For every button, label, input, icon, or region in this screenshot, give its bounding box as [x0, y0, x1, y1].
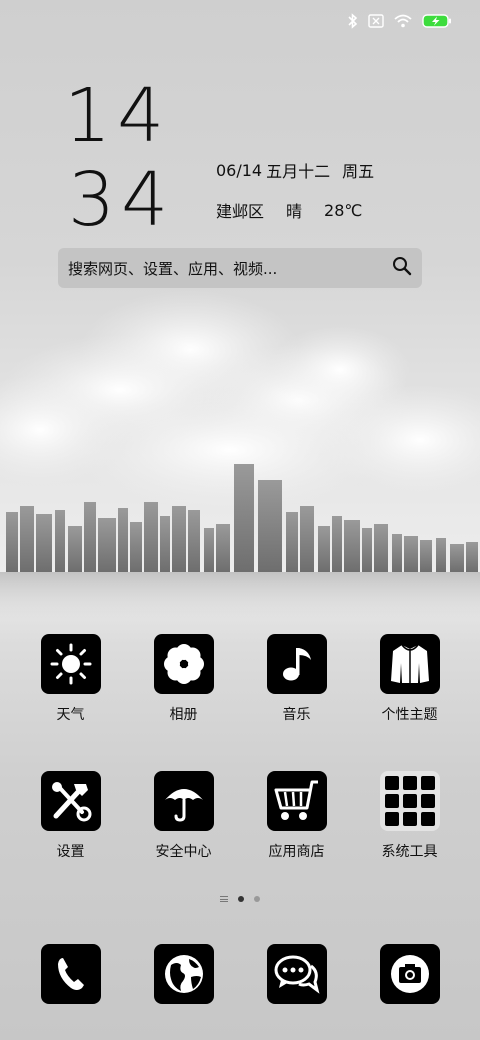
bluetooth-icon	[348, 13, 358, 29]
sun-icon	[40, 634, 101, 694]
folder-mini-app	[420, 812, 435, 826]
page-dot[interactable]	[254, 896, 260, 902]
dock-camera[interactable]	[353, 944, 466, 1004]
dock-browser[interactable]	[127, 944, 240, 1004]
clock-hours: 14	[64, 73, 171, 159]
battery-charging-icon	[422, 14, 452, 28]
weather-text: 晴	[286, 202, 303, 221]
wallpaper-cityscape	[0, 290, 480, 620]
folder-mini-app	[420, 794, 435, 808]
date-weather-info[interactable]: 06/14 五月十二 周五 建邺区 晴 28℃	[216, 150, 374, 230]
globe-icon	[153, 944, 214, 1004]
app-music[interactable]: 音乐	[240, 634, 353, 724]
folder-mini-app	[420, 776, 435, 790]
clock-minutes: 34	[68, 157, 175, 243]
no-sim-icon	[368, 14, 384, 28]
folder-mini-app	[384, 776, 399, 790]
phone-icon	[40, 944, 101, 1004]
app-themes[interactable]: 个性主题	[353, 634, 466, 724]
search-placeholder: 搜索网页、设置、应用、视频...	[68, 259, 278, 278]
page-menu-icon[interactable]	[220, 896, 228, 902]
jacket-icon	[379, 634, 440, 694]
app-label: 音乐	[282, 707, 311, 723]
app-store[interactable]: 应用商店	[240, 771, 353, 861]
status-bar	[348, 10, 452, 32]
folder-mini-app	[402, 794, 417, 808]
app-label: 个性主题	[381, 707, 438, 723]
dock-messages[interactable]	[240, 944, 353, 1004]
messages-icon	[266, 944, 327, 1004]
camera-icon	[379, 944, 440, 1004]
shopping-cart-icon	[266, 771, 327, 831]
app-weather[interactable]: 天气	[14, 634, 127, 724]
date-text: 06/14	[216, 160, 263, 180]
umbrella-icon	[153, 771, 214, 831]
page-dot-active[interactable]	[238, 896, 244, 902]
lunar-date-text: 五月十二	[266, 162, 331, 181]
app-label: 应用商店	[268, 844, 325, 860]
clock-widget[interactable]: 14 34	[64, 74, 194, 242]
app-grid-row-2: 设置 安全中心 应用商店 系统工具	[0, 771, 480, 861]
folder-icon	[379, 771, 440, 831]
folder-mini-app	[384, 794, 399, 808]
tools-icon	[40, 771, 101, 831]
app-label: 相册	[169, 707, 198, 723]
flower-icon	[153, 634, 214, 694]
page-indicator[interactable]	[0, 896, 480, 902]
temperature-text: 28℃	[324, 200, 363, 220]
district-text: 建邺区	[216, 202, 265, 221]
app-gallery[interactable]: 相册	[127, 634, 240, 724]
music-note-icon	[266, 634, 327, 694]
weekday-text: 周五	[342, 162, 375, 181]
app-grid-row-1: 天气 相册 音乐 个性主题	[0, 634, 480, 724]
app-settings[interactable]: 设置	[14, 771, 127, 861]
app-label: 天气	[56, 707, 85, 723]
app-label: 系统工具	[381, 844, 438, 860]
search-icon[interactable]	[392, 256, 412, 280]
wifi-icon	[394, 14, 412, 28]
folder-mini-app	[384, 812, 399, 826]
folder-mini-app	[402, 776, 417, 790]
dock-phone[interactable]	[14, 944, 127, 1004]
folder-mini-app	[402, 812, 417, 826]
app-security-center[interactable]: 安全中心	[127, 771, 240, 861]
app-system-tools-folder[interactable]: 系统工具	[353, 771, 466, 861]
app-label: 安全中心	[155, 844, 212, 860]
dock	[0, 944, 480, 1004]
app-label: 设置	[56, 844, 85, 860]
